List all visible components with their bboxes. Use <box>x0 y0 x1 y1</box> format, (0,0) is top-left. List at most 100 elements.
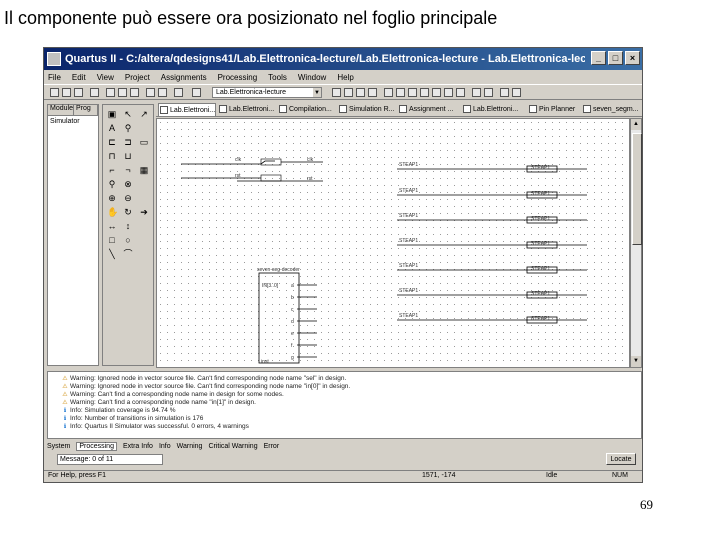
flip-icon[interactable]: ↔ <box>107 221 117 231</box>
tab-simulation-report[interactable]: Simulation R... <box>338 103 395 116</box>
tab-error[interactable]: Error <box>264 443 280 450</box>
pin-planner-icon[interactable] <box>356 88 365 97</box>
undo-icon[interactable] <box>146 88 155 97</box>
tab-critical-warning[interactable]: Critical Warning <box>208 443 257 450</box>
find-icon[interactable]: ⚲ <box>107 179 117 189</box>
zoom-icon[interactable]: ⊕ <box>107 193 117 203</box>
text-tool-icon[interactable]: A <box>107 123 117 133</box>
redo-icon[interactable] <box>158 88 167 97</box>
list-item[interactable]: ⚠ Warning: Ignored node in vector source … <box>62 383 350 391</box>
tab-lab-elettronica-2[interactable]: Lab.Elettroni... <box>218 103 274 116</box>
node-icon[interactable]: ▭ <box>139 137 149 147</box>
rotate-icon[interactable]: ↻ <box>123 207 133 217</box>
tab-seven-segment[interactable]: seven_segm... <box>582 103 639 116</box>
oval-tool-icon[interactable]: ○ <box>123 235 133 245</box>
hierarchy-icon[interactable] <box>192 88 201 97</box>
tab-info[interactable]: Info <box>159 443 171 450</box>
help-pointer-icon[interactable] <box>174 88 183 97</box>
project-combo[interactable]: Lab.Elettronica-lecture ▼ <box>212 87 322 98</box>
partial-line-icon[interactable]: ⊖ <box>123 193 133 203</box>
cut-icon[interactable] <box>106 88 115 97</box>
save-icon[interactable] <box>74 88 83 97</box>
tab-pin-planner[interactable]: Pin Planner <box>528 103 575 116</box>
scrollbar-thumb[interactable] <box>632 133 642 245</box>
stop-icon[interactable] <box>384 88 393 97</box>
close-icon[interactable]: × <box>625 51 640 65</box>
copy-icon[interactable] <box>118 88 127 97</box>
selection-tool-icon[interactable]: ↖ <box>123 109 133 119</box>
component-out-g: g <box>291 355 294 361</box>
print-icon[interactable] <box>90 88 99 97</box>
mirror-icon[interactable]: ↕ <box>123 221 133 231</box>
paste-icon[interactable] <box>130 88 139 97</box>
tab-extra-info[interactable]: Extra Info <box>123 443 153 450</box>
block-tool-icon[interactable]: ▣ <box>107 109 117 119</box>
compile-icon[interactable] <box>396 88 405 97</box>
tab-lab-elettronica-1[interactable]: Lab.Elettroni... <box>158 103 217 116</box>
message-counter-field[interactable]: Message: 0 of 11 <box>57 454 163 465</box>
report-icon[interactable] <box>472 88 481 97</box>
open-file-icon[interactable] <box>62 88 71 97</box>
arrow-right-icon[interactable]: ➔ <box>139 207 149 217</box>
grid-icon[interactable]: ▦ <box>139 165 149 175</box>
menu-file[interactable]: File <box>48 73 61 82</box>
scroll-up-icon[interactable]: ▲ <box>631 119 641 130</box>
list-item[interactable]: ⚠ Warning: Can't find a corresponding nod… <box>62 399 256 407</box>
menu-help[interactable]: Help <box>337 73 353 82</box>
chip-editor-icon[interactable] <box>512 88 521 97</box>
fitter-icon[interactable] <box>432 88 441 97</box>
assignment-editor-icon[interactable] <box>344 88 353 97</box>
list-item[interactable]: ⚠ Warning: Ignored node in vector source … <box>62 375 346 383</box>
zoom-tool-icon[interactable]: ⚲ <box>123 123 133 133</box>
menu-edit[interactable]: Edit <box>72 73 86 82</box>
simulation-icon[interactable] <box>456 88 465 97</box>
canvas-scrollbar[interactable]: ▲ ▼ <box>630 118 642 368</box>
arrow-icon[interactable]: ↗ <box>139 109 149 119</box>
list-item[interactable]: ℹ Info: Number of transitions in simulati… <box>64 415 203 423</box>
minimize-icon[interactable]: _ <box>591 51 606 65</box>
list-item[interactable]: ⚠ Warning: Can't find a corresponding nod… <box>62 391 284 399</box>
locate-button[interactable]: Locate <box>606 453 636 465</box>
settings-icon[interactable] <box>332 88 341 97</box>
tab-system[interactable]: System <box>47 443 70 450</box>
menu-tools[interactable]: Tools <box>268 73 287 82</box>
tab-compilation[interactable]: Compilation... <box>278 103 332 116</box>
scroll-down-icon[interactable]: ▼ <box>631 356 641 367</box>
menu-window[interactable]: Window <box>298 73 326 82</box>
tab-assignment-editor[interactable]: Assignment ... <box>398 103 453 116</box>
list-item[interactable]: ℹ Info: Quartus II Simulator was successf… <box>64 423 249 431</box>
menu-assignments[interactable]: Assignments <box>161 73 207 82</box>
schematic-canvas[interactable]: clk rst clk rst seven-seg-decoder IN[3..… <box>156 118 630 368</box>
bus-tool-icon[interactable]: ⊐ <box>123 137 133 147</box>
window-titlebar[interactable]: Quartus II - C:/altera/qdesigns41/Lab.El… <box>44 48 642 70</box>
line-tool-icon[interactable]: ╲ <box>107 249 117 259</box>
menu-processing[interactable]: Processing <box>218 73 258 82</box>
programmer-icon[interactable] <box>484 88 493 97</box>
arc-tool-icon[interactable]: ⌒ <box>123 249 133 259</box>
rtl-viewer-icon[interactable] <box>500 88 509 97</box>
rectangle-tool-icon[interactable]: □ <box>107 235 117 245</box>
hand-tool-icon[interactable]: ✋ <box>107 207 118 217</box>
list-item[interactable]: ℹ Info: Simulation coverage is 94.74 % <box>64 407 176 415</box>
column-header-module[interactable]: Module <box>48 105 74 115</box>
maximize-icon[interactable]: □ <box>608 51 623 65</box>
symbol-tool-icon[interactable]: ⊏ <box>107 137 117 147</box>
synthesis-icon[interactable] <box>420 88 429 97</box>
menu-project[interactable]: Project <box>125 73 150 82</box>
tab-lab-elettronica-3[interactable]: Lab.Elettroni... <box>462 103 518 116</box>
tab-processing[interactable]: Processing <box>76 441 117 451</box>
menu-view[interactable]: View <box>97 73 114 82</box>
list-item[interactable]: Simulator <box>48 116 98 126</box>
orthogonal-bus-tool-icon[interactable]: ¬ <box>123 165 133 175</box>
analysis-icon[interactable] <box>408 88 417 97</box>
tab-warning[interactable]: Warning <box>177 443 203 450</box>
component-title[interactable]: seven-seg-decoder <box>257 267 300 273</box>
rubberbanding-icon[interactable]: ⊗ <box>123 179 133 189</box>
pin-tool-icon[interactable]: ⊓ <box>107 151 117 161</box>
new-file-icon[interactable] <box>50 88 59 97</box>
chip-planner-icon[interactable] <box>368 88 377 97</box>
timing-icon[interactable] <box>444 88 453 97</box>
column-header-progress[interactable]: Prog <box>74 105 98 115</box>
orthogonal-node-tool-icon[interactable]: ⌐ <box>107 165 117 175</box>
conduit-tool-icon[interactable]: ⊔ <box>123 151 133 161</box>
